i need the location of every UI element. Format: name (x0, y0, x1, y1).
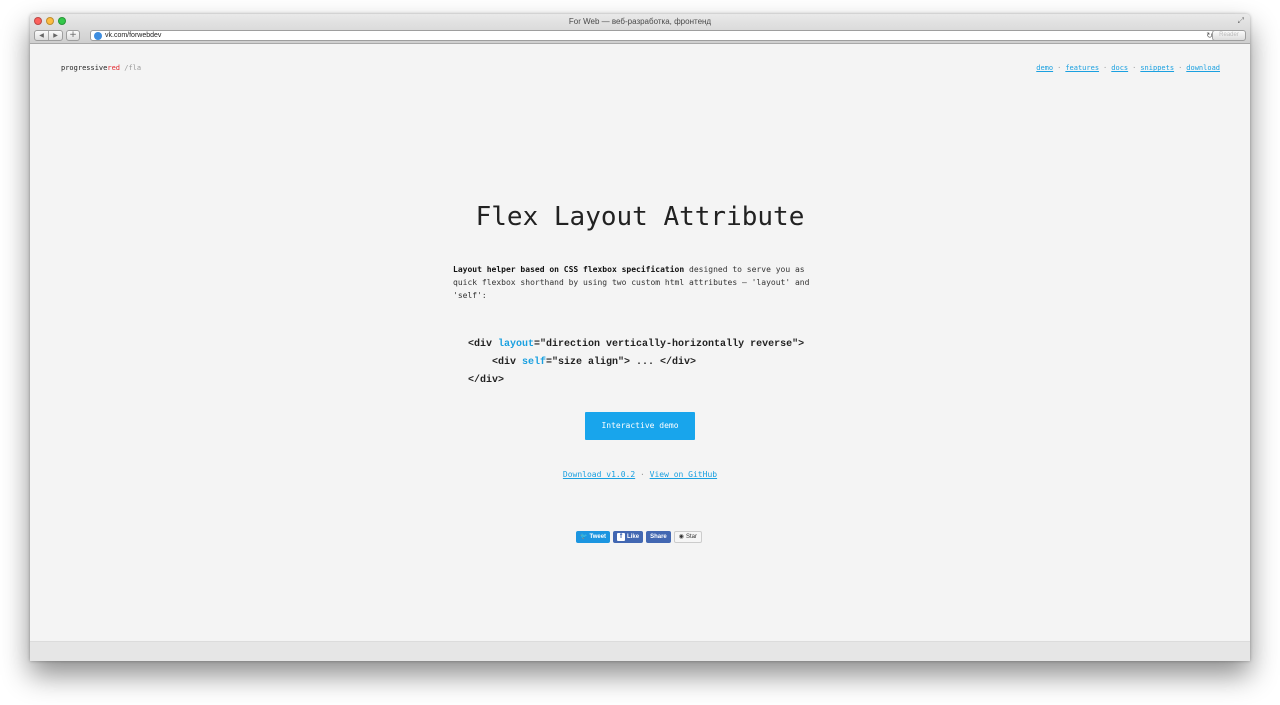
github-link[interactable]: View on GitHub (650, 470, 717, 479)
link-separator: · (639, 470, 645, 479)
share-button[interactable]: Share (646, 531, 671, 543)
back-forward-group: ◀ ▶ (34, 30, 63, 41)
url-text: vk.com/forwebdev (105, 32, 162, 39)
code-example: <div layout="direction vertically-horizo… (468, 336, 804, 390)
interactive-demo-button[interactable]: Interactive demo (585, 412, 695, 440)
nav-separator: · (1103, 64, 1108, 72)
github-star-button[interactable]: ◉ Star (673, 531, 703, 543)
download-link[interactable]: Download v1.0.2 (563, 470, 635, 479)
nav-separator: · (1178, 64, 1183, 72)
code-token: ="size align"> ... </div> (546, 357, 697, 368)
nav-separator: · (1132, 64, 1137, 72)
github-icon: ◉ (678, 534, 684, 540)
code-token: <div (468, 339, 499, 350)
logo-part-3: /fla (120, 64, 142, 72)
code-line-2: <div self="size align"> ... </div> (468, 357, 696, 368)
navigation-buttons: ◀ ▶ + (34, 30, 80, 41)
facebook-icon: f (617, 533, 626, 541)
logo-part-2: red (107, 64, 121, 72)
download-links: Download v1.0.2 · View on GitHub (30, 470, 1250, 479)
star-label: Star (686, 534, 698, 540)
twitter-icon: 🐦 (580, 534, 588, 540)
nav-separator: · (1057, 64, 1062, 72)
code-token: ="direction vertically-horizontally reve… (534, 339, 805, 350)
code-line-3: </div> (468, 375, 505, 386)
nav-link-download[interactable]: download (1186, 64, 1220, 72)
browser-window: For Web — веб-разработка, фронтенд ⤢ ◀ ▶… (30, 14, 1250, 661)
forward-icon[interactable]: ▶ (49, 31, 62, 40)
address-bar[interactable]: vk.com/forwebdev ↻ (90, 30, 1218, 41)
code-token: <div (468, 357, 523, 368)
like-label: Like (627, 534, 640, 540)
nav-link-demo[interactable]: demo (1036, 64, 1053, 72)
intro-bold-text: Layout helper based on CSS flexbox speci… (453, 265, 685, 274)
code-line-1: <div layout="direction vertically-horizo… (468, 339, 804, 350)
fullscreen-icon[interactable]: ⤢ (1238, 16, 1244, 26)
tweet-label: Tweet (589, 534, 607, 540)
code-attr: self (522, 357, 547, 368)
status-bar (30, 641, 1250, 661)
like-button[interactable]: f Like (613, 531, 644, 543)
nav-link-features[interactable]: features (1065, 64, 1099, 72)
browser-toolbar: For Web — веб-разработка, фронтенд ⤢ ◀ ▶… (30, 14, 1250, 44)
nav-link-docs[interactable]: docs (1111, 64, 1128, 72)
window-title: For Web — веб-разработка, фронтенд (568, 17, 712, 26)
new-tab-button[interactable]: + (66, 30, 80, 41)
page-content: progressivered /fla demo · features · docs · s… (30, 45, 1250, 641)
logo-part-1: progressive (61, 64, 108, 72)
intro-paragraph: Layout helper based on CSS flexbox speci… (453, 263, 833, 302)
social-buttons: 🐦 Tweet f Like Share ◉ Star (576, 531, 703, 543)
globe-icon (94, 31, 102, 40)
nav-link-snippets[interactable]: snippets (1140, 64, 1174, 72)
site-logo[interactable]: progressivered /fla (61, 64, 141, 72)
back-icon[interactable]: ◀ (35, 31, 49, 40)
tweet-button[interactable]: 🐦 Tweet (576, 531, 611, 543)
reader-button[interactable]: Reader (1212, 30, 1246, 41)
page-title: Flex Layout Attribute (475, 202, 805, 232)
code-attr: layout (498, 339, 535, 350)
top-navigation: demo · features · docs · snippets · download (1036, 64, 1220, 72)
